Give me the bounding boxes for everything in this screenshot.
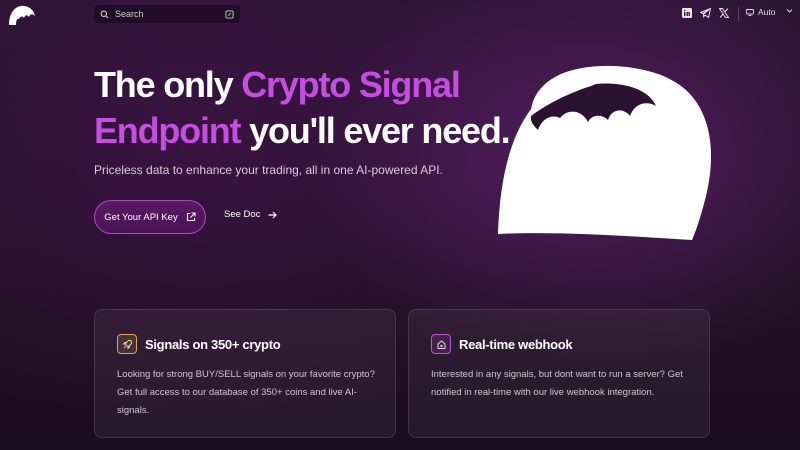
hero-title: The only Crypto Signal Endpoint you'll e… — [94, 62, 514, 154]
feature-card-webhook: Real-time webhook Interested in any sign… — [408, 309, 710, 438]
card-title: Signals on 350+ crypto — [145, 337, 281, 352]
search-box[interactable]: Search — [94, 5, 240, 23]
linkedin-icon[interactable] — [682, 8, 692, 18]
monitor-icon — [746, 8, 754, 16]
get-api-key-label: Get Your API Key — [104, 211, 178, 223]
hero-title-part1: The only — [94, 64, 242, 105]
get-api-key-button[interactable]: Get Your API Key — [94, 200, 206, 234]
see-doc-label: See Doc — [224, 209, 261, 220]
search-icon — [100, 10, 109, 18]
search-placeholder: Search — [115, 9, 144, 19]
rocket-icon — [121, 339, 132, 350]
theme-toggle[interactable]: Auto — [746, 7, 793, 17]
arrow-right-icon — [268, 211, 278, 218]
theme-label: Auto — [758, 7, 776, 17]
home-icon — [437, 340, 445, 349]
x-icon[interactable] — [719, 8, 729, 18]
keyboard-shortcut-icon — [225, 9, 234, 19]
chevron-down-icon — [786, 9, 793, 13]
external-link-icon — [186, 212, 196, 222]
feature-card-signals: Signals on 350+ crypto Looking for stron… — [94, 309, 396, 438]
see-doc-link[interactable]: See Doc — [224, 209, 278, 220]
wave-illustration — [498, 65, 712, 240]
card-icon-box — [431, 334, 451, 354]
card-icon-box — [117, 334, 137, 354]
card-description: Interested in any signals, but dont want… — [431, 369, 683, 398]
card-title: Real-time webhook — [459, 337, 573, 352]
hero-subtitle: Priceless data to enhance your trading, … — [94, 163, 443, 177]
telegram-icon[interactable] — [700, 8, 711, 18]
card-description: Looking for strong BUY/SELL signals on y… — [117, 369, 375, 416]
header-divider — [738, 7, 739, 21]
wave-logo-icon[interactable] — [8, 4, 36, 26]
hero-title-part2: you'll ever need. — [240, 110, 510, 151]
top-bar: Search Auto — [0, 0, 800, 30]
